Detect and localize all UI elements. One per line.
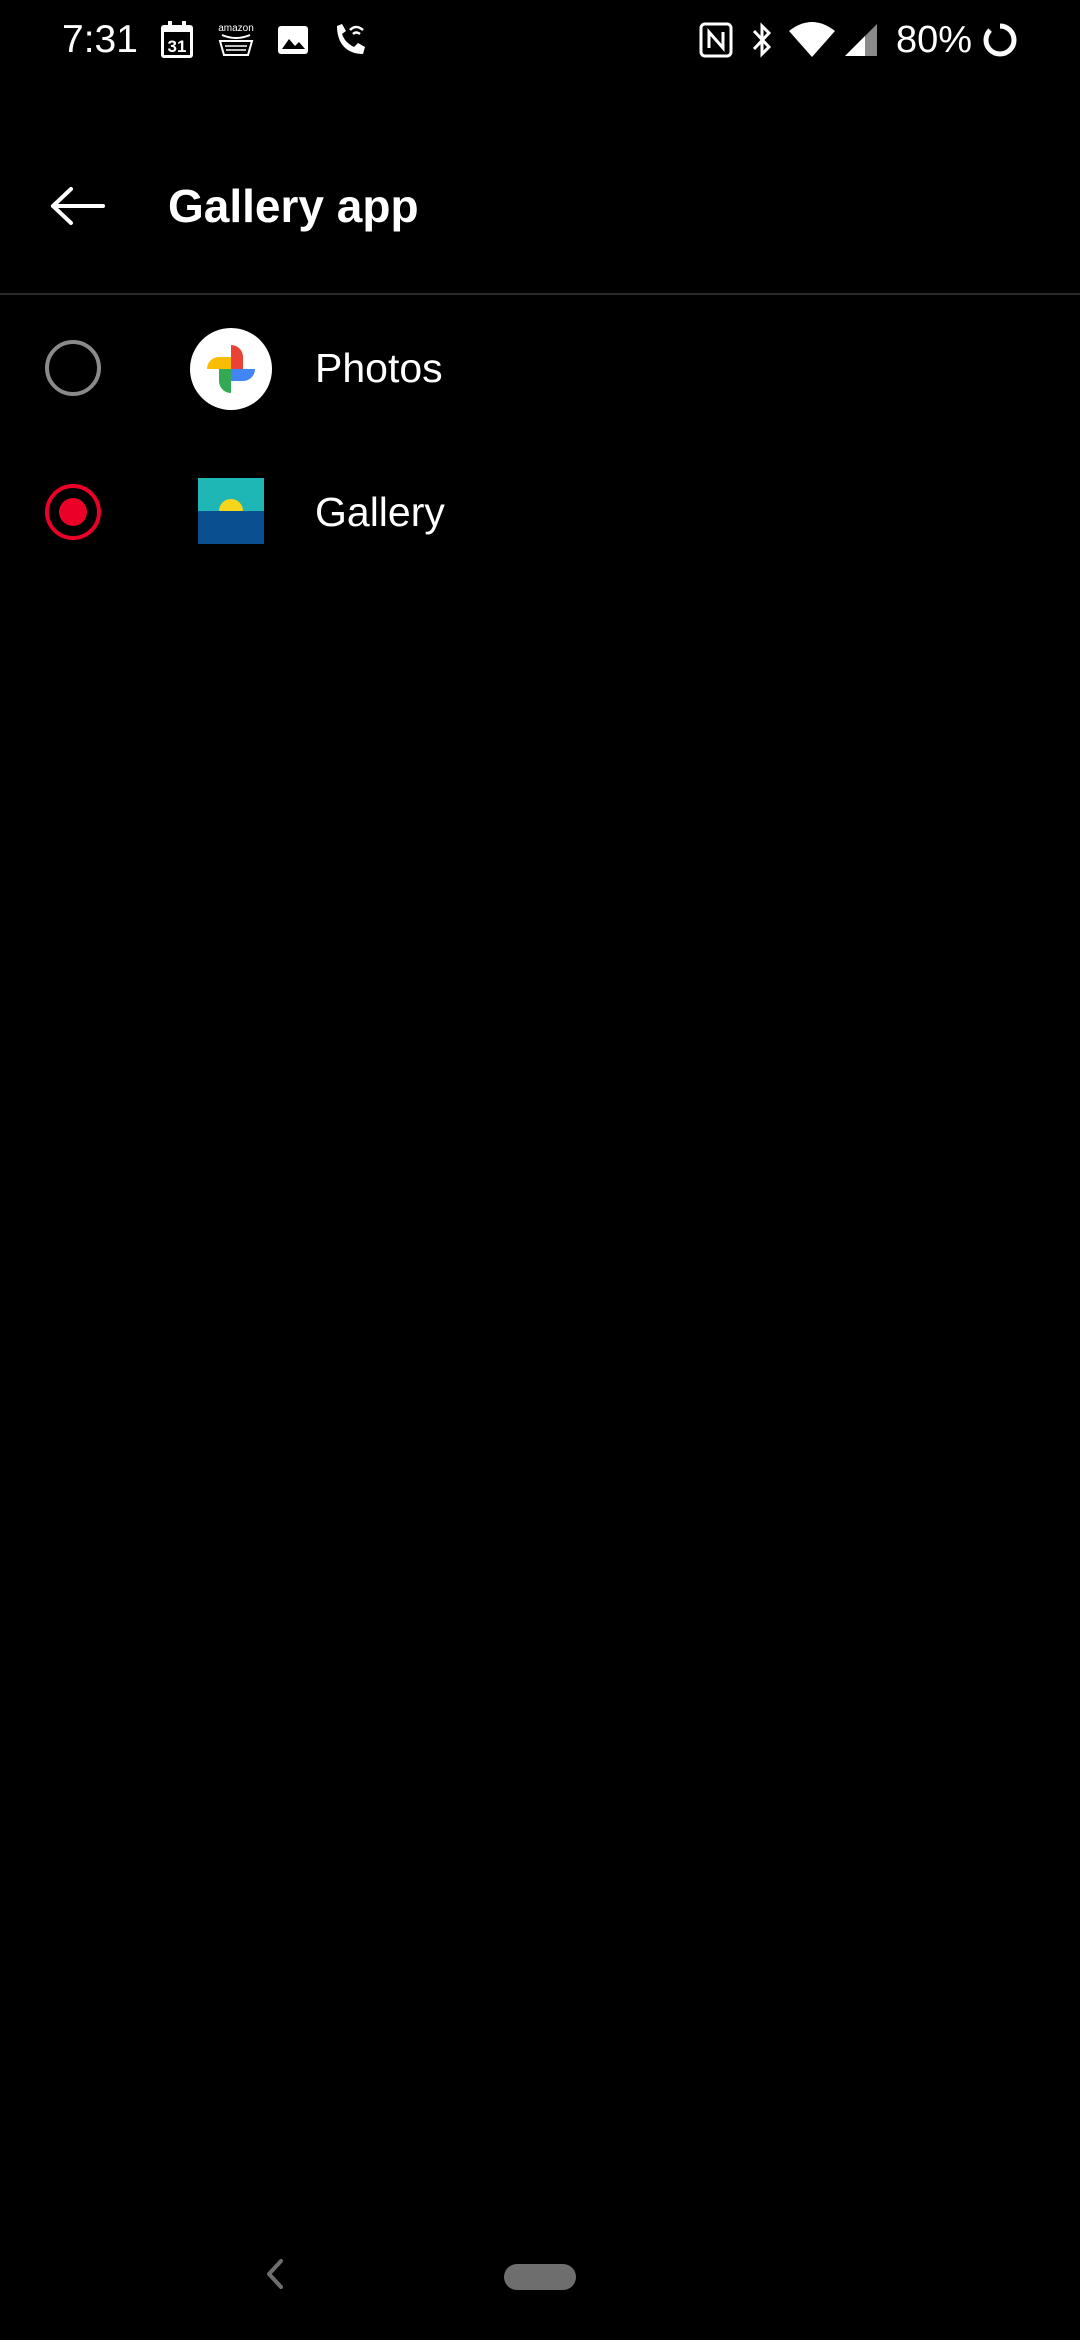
radio-photos[interactable] <box>45 340 101 396</box>
google-photos-icon <box>190 328 272 410</box>
gallery-notification-icon <box>276 20 310 60</box>
gallery-app-icon <box>198 478 264 544</box>
arrow-left-icon <box>49 186 107 231</box>
home-pill[interactable] <box>504 2264 576 2290</box>
status-bar: 7:31 31 amazon 80% <box>0 0 1080 80</box>
amazon-text: amazon <box>218 23 254 34</box>
back-button[interactable] <box>38 168 118 248</box>
status-time: 7:31 <box>62 18 138 61</box>
calendar-day: 31 <box>168 37 187 56</box>
option-gallery[interactable]: Gallery <box>0 440 1080 584</box>
wifi-icon <box>786 20 838 60</box>
radio-gallery[interactable] <box>45 484 101 540</box>
nfc-icon <box>698 20 734 60</box>
nav-back-button[interactable] <box>254 2254 294 2298</box>
app-bar: Gallery app <box>0 120 1080 292</box>
option-photos[interactable]: Photos <box>0 296 1080 440</box>
battery-percent: 80% <box>896 19 973 61</box>
signal-icon <box>842 20 880 60</box>
battery-icon <box>980 20 1020 60</box>
radio-dot <box>59 498 87 526</box>
amazon-icon: amazon <box>216 20 256 60</box>
chevron-left-icon <box>263 2257 285 2296</box>
option-label-photos: Photos <box>315 345 443 391</box>
calendar-icon: 31 <box>160 20 194 60</box>
divider <box>0 293 1080 295</box>
option-label-gallery: Gallery <box>315 489 445 535</box>
wifi-calling-icon <box>330 20 370 60</box>
page-title: Gallery app <box>168 180 419 232</box>
bluetooth-icon <box>748 20 776 60</box>
